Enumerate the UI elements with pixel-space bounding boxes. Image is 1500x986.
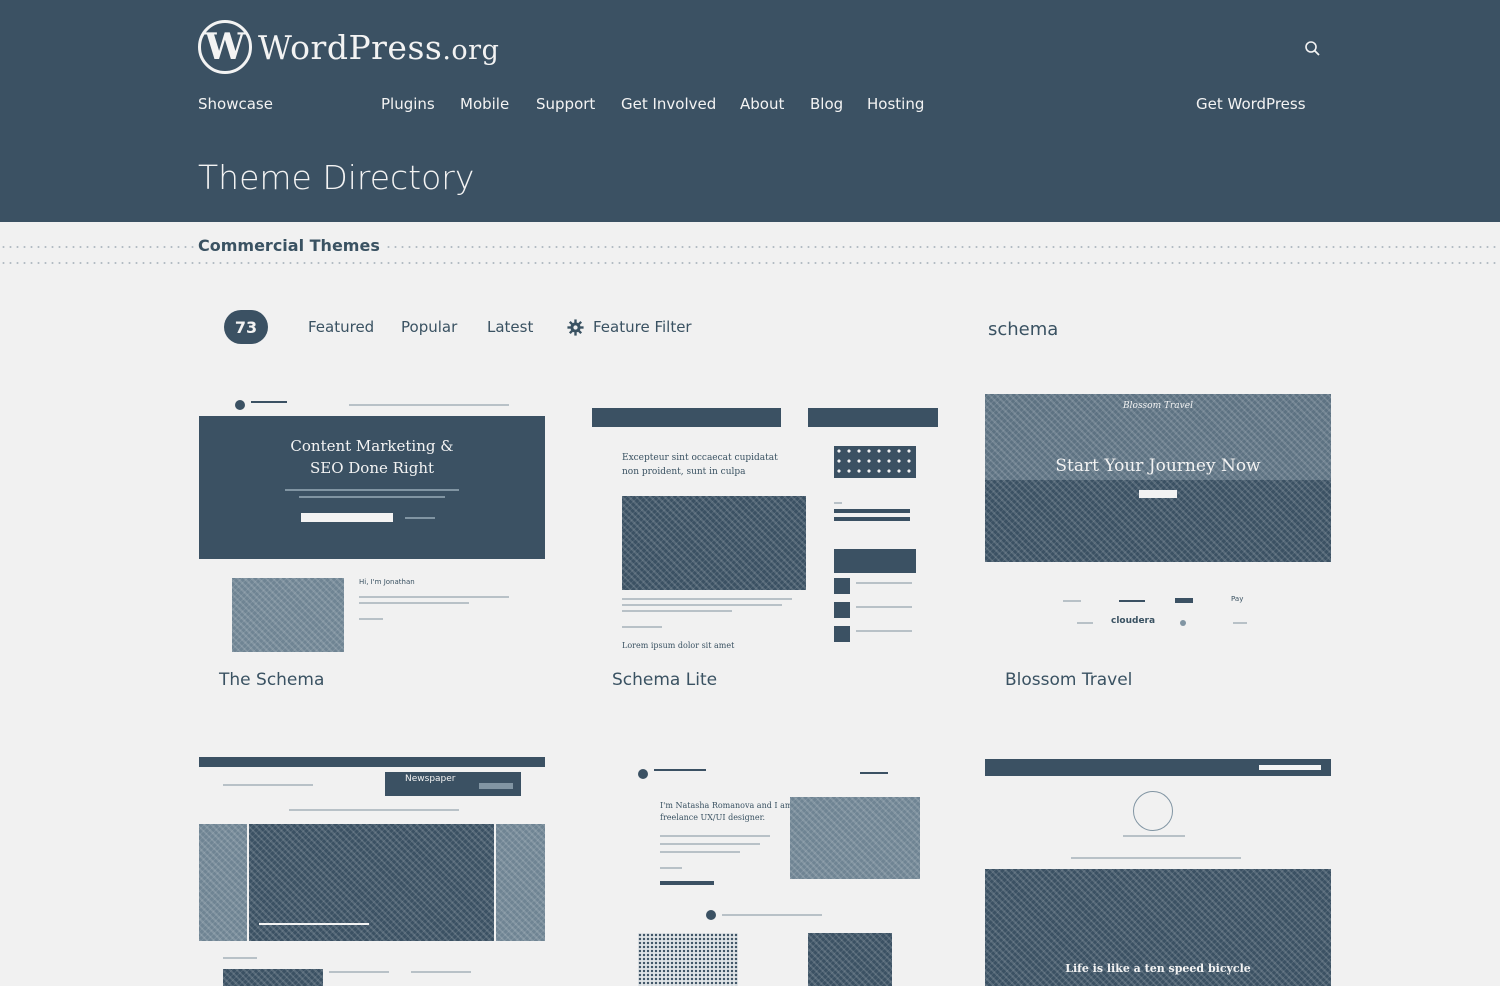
theme-screenshot[interactable]: Blossom Travel Start Your Journey Now Pa…: [985, 394, 1331, 658]
nav-showcase[interactable]: Showcase: [198, 95, 273, 113]
preview-site-logo: [1133, 791, 1173, 831]
preview-intro: Hi, I'm Jonathan: [359, 578, 415, 586]
tab-popular[interactable]: Popular: [401, 318, 457, 336]
preview-intro-2: freelance UX/UI designer.: [660, 813, 766, 822]
preview-pay-logo: Pay: [1231, 595, 1244, 603]
theme-card-6[interactable]: Life is like a ten speed bicycle: [985, 757, 1331, 986]
preview-tag-grid: [834, 446, 916, 478]
theme-screenshot[interactable]: Excepteur sint occaecat cupidatat non pr…: [592, 394, 938, 658]
theme-card-the-schema[interactable]: Content Marketing & SEO Done Right Hi, I…: [199, 394, 545, 690]
logo-text: WordPress.org: [258, 28, 499, 67]
theme-name[interactable]: Blossom Travel: [1005, 670, 1132, 690]
preview-caption: Life is like a ten speed bicycle: [1065, 962, 1251, 975]
nav-mobile[interactable]: Mobile: [460, 95, 509, 113]
wordpress-icon: W: [198, 20, 252, 74]
preview-logo-icon: [235, 400, 245, 410]
preview-logo-icon: [638, 769, 648, 779]
theme-name[interactable]: The Schema: [219, 670, 324, 690]
preview-hero-text: Start Your Journey Now: [1055, 456, 1261, 476]
nav-plugins[interactable]: Plugins: [381, 95, 435, 113]
theme-count-badge: 73: [224, 310, 268, 344]
theme-screenshot[interactable]: Life is like a ten speed bicycle: [985, 757, 1331, 986]
tab-featured[interactable]: Featured: [308, 318, 374, 336]
site-header: W WordPress.org Showcase Plugins Mobile …: [0, 0, 1500, 222]
search-icon[interactable]: [1303, 40, 1321, 58]
theme-card-schema-lite[interactable]: Excepteur sint occaecat cupidatat non pr…: [592, 394, 938, 690]
nav-blog[interactable]: Blog: [810, 95, 843, 113]
preview-author-photo: [232, 578, 344, 652]
theme-card-4[interactable]: Newspaper: [199, 757, 545, 986]
preview-header-bar: [592, 408, 781, 427]
wordpress-logo[interactable]: W WordPress.org: [198, 20, 499, 74]
nav-get-involved[interactable]: Get Involved: [621, 95, 716, 113]
gear-icon[interactable]: [567, 319, 584, 336]
preview-footer-text: Lorem ipsum dolor sit amet: [622, 641, 735, 650]
nav-about[interactable]: About: [740, 95, 784, 113]
preview-brand: Blossom Travel: [1123, 401, 1193, 411]
tab-latest[interactable]: Latest: [487, 318, 533, 336]
theme-screenshot[interactable]: Newspaper: [199, 757, 545, 986]
preview-headline-1: Excepteur sint occaecat cupidatat: [622, 453, 778, 463]
theme-name[interactable]: Schema Lite: [612, 670, 717, 690]
nav-hosting[interactable]: Hosting: [867, 95, 924, 113]
preview-hero-line2: SEO Done Right: [309, 459, 435, 477]
preview-badge: Newspaper: [405, 774, 456, 784]
get-wordpress-button[interactable]: Get WordPress: [1196, 95, 1306, 113]
nav-support[interactable]: Support: [536, 95, 595, 113]
preview-portrait: [790, 797, 920, 879]
theme-screenshot[interactable]: I'm Natasha Romanova and I am a freelanc…: [592, 757, 938, 986]
theme-search-input[interactable]: [988, 314, 1328, 344]
page-title: Theme Directory: [198, 158, 475, 197]
theme-card-5[interactable]: I'm Natasha Romanova and I am a freelanc…: [592, 757, 938, 986]
theme-screenshot[interactable]: Content Marketing & SEO Done Right Hi, I…: [199, 394, 545, 658]
preview-intro-1: I'm Natasha Romanova and I am a: [660, 801, 800, 810]
preview-featured-image: [622, 496, 806, 590]
preview-hero-line1: Content Marketing &: [290, 437, 454, 455]
feature-filter-button[interactable]: Feature Filter: [593, 318, 692, 336]
preview-partner-logo: cloudera: [1111, 616, 1156, 626]
theme-card-blossom-travel[interactable]: Blossom Travel Start Your Journey Now Pa…: [985, 394, 1331, 690]
preview-headline-2: non proident, sunt in culpa: [622, 467, 746, 477]
logo-suffix: .org: [442, 34, 500, 66]
logo-word: WordPress: [258, 27, 443, 67]
commercial-themes-link[interactable]: Commercial Themes: [198, 236, 386, 255]
